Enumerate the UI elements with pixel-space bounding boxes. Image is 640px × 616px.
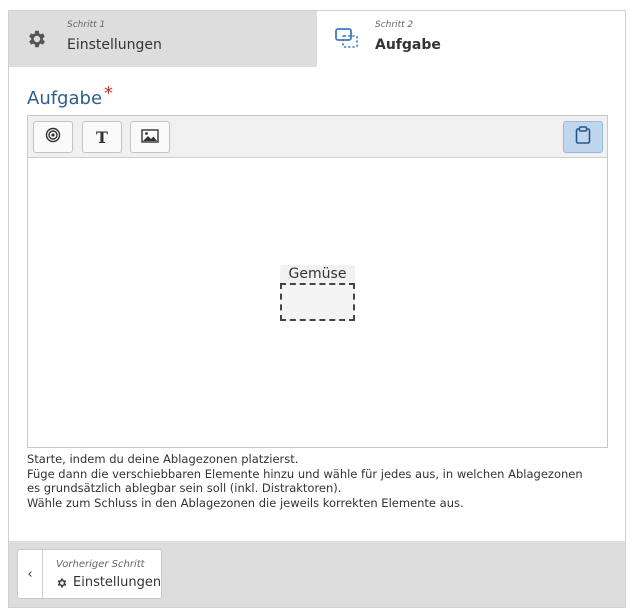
tab-step-1-settings[interactable]: Schritt 1 Einstellungen xyxy=(9,11,317,67)
clipboard-icon xyxy=(575,126,591,148)
step-tabs: Schritt 1 Einstellungen Schritt 2 Aufgab… xyxy=(9,11,625,67)
gear-icon xyxy=(26,28,48,50)
section-title: Aufgabe * xyxy=(27,83,113,109)
editor-toolbar: T xyxy=(28,116,607,158)
instruction-line: Starte, indem du deine Ablagezonen platz… xyxy=(27,452,299,466)
tab-step-label: Schritt 1 xyxy=(67,20,106,30)
instruction-line: es grundsätzlich ablegbar sein soll (ink… xyxy=(27,481,342,495)
previous-step-caption: Vorheriger Schritt xyxy=(56,559,145,570)
gear-icon xyxy=(57,578,67,587)
tab-title: Aufgabe xyxy=(375,37,441,53)
step-footer: ‹ Vorheriger Schritt Einstellungen xyxy=(9,541,625,607)
instruction-line: Füge dann die verschiebbaren Elemente hi… xyxy=(27,466,583,481)
add-image-button[interactable] xyxy=(130,121,170,153)
dropzone-icon xyxy=(335,27,358,49)
add-text-button[interactable]: T xyxy=(82,121,122,153)
section-title-text: Aufgabe xyxy=(27,88,103,109)
dropzone[interactable] xyxy=(280,283,355,321)
chevron-left-icon: ‹ xyxy=(18,550,43,598)
instruction-line: Wähle zum Schluss in den Ablagezonen die… xyxy=(27,495,464,510)
dropzone-label[interactable]: Gemüse xyxy=(280,265,355,283)
previous-step-title: Einstellungen xyxy=(73,575,162,590)
image-icon xyxy=(141,128,159,147)
required-marker: * xyxy=(104,83,114,104)
tab-step-label: Schritt 2 xyxy=(375,20,414,30)
add-dropzone-button[interactable] xyxy=(33,121,73,153)
dragdrop-editor: T Gemüse xyxy=(27,115,608,448)
tab-title: Einstellungen xyxy=(67,37,162,53)
instructions-text: Starte, indem du deine Ablagezonen platz… xyxy=(27,452,617,510)
previous-step-label: Einstellungen xyxy=(56,575,161,590)
paste-button[interactable] xyxy=(563,121,603,153)
tab-step-2-task[interactable]: Schritt 2 Aufgabe xyxy=(317,11,625,67)
editor-frame: Schritt 1 Einstellungen Schritt 2 Aufgab… xyxy=(8,10,626,608)
previous-step-button[interactable]: ‹ Vorheriger Schritt Einstellungen xyxy=(17,549,162,599)
target-icon xyxy=(45,127,61,147)
task-canvas[interactable]: Gemüse xyxy=(28,158,607,447)
text-icon: T xyxy=(96,127,108,147)
